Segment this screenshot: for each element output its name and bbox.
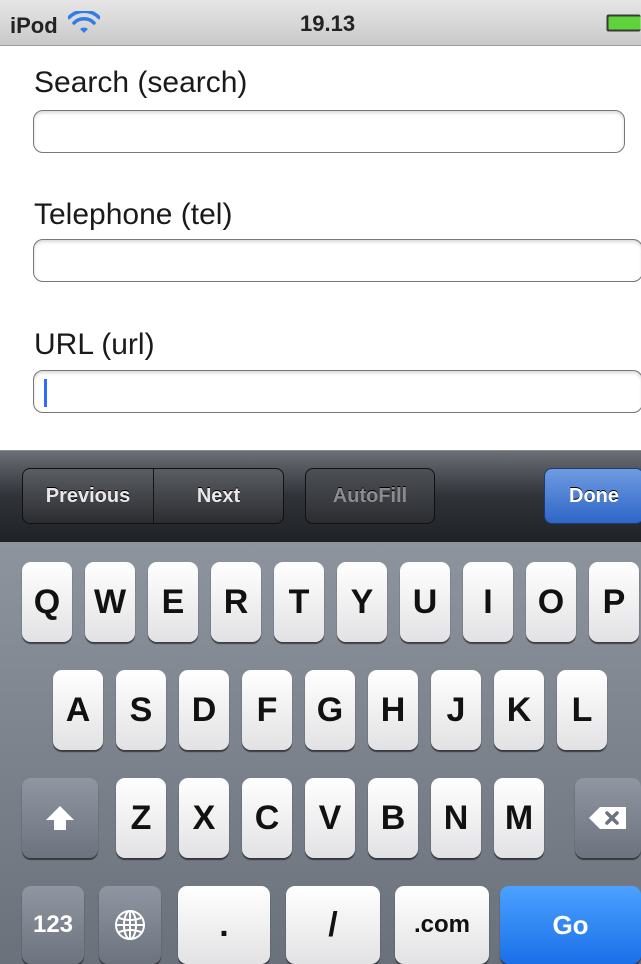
device-name: iPod	[10, 12, 58, 38]
status-time: 19.13	[300, 11, 356, 36]
url-input[interactable]	[33, 370, 641, 413]
key-n[interactable]: N	[431, 778, 481, 858]
key-g[interactable]: G	[305, 670, 355, 750]
key-b[interactable]: B	[368, 778, 418, 858]
key-r[interactable]: R	[211, 562, 261, 642]
key-h[interactable]: H	[368, 670, 418, 750]
keyboard: Q W E R T Y U I O P A S D F G H J K L Z …	[0, 542, 641, 964]
search-label: Search (search)	[34, 66, 248, 99]
key-o[interactable]: O	[526, 562, 576, 642]
shift-key[interactable]	[22, 778, 98, 858]
status-bar: iPod 19.13	[0, 0, 641, 46]
key-c[interactable]: C	[242, 778, 292, 858]
url-label: URL (url)	[34, 328, 155, 361]
dotcom-key[interactable]: .com	[395, 886, 489, 964]
key-d[interactable]: D	[179, 670, 229, 750]
key-f[interactable]: F	[242, 670, 292, 750]
next-button[interactable]: Next	[154, 469, 283, 523]
backspace-icon	[588, 805, 628, 831]
key-t[interactable]: T	[274, 562, 324, 642]
form-assistant-toolbar: Previous Next AutoFill Done	[0, 450, 641, 542]
key-s[interactable]: S	[116, 670, 166, 750]
status-left: iPod	[10, 9, 101, 40]
web-form: Search (search) Telephone (tel) URL (url…	[0, 46, 641, 450]
key-v[interactable]: V	[305, 778, 355, 858]
key-e[interactable]: E	[148, 562, 198, 642]
globe-icon	[113, 908, 147, 942]
period-key[interactable]: .	[178, 886, 270, 964]
numbers-key[interactable]: 123	[22, 886, 84, 964]
done-button[interactable]: Done	[544, 468, 641, 524]
key-q[interactable]: Q	[22, 562, 72, 642]
text-caret	[44, 379, 47, 407]
key-j[interactable]: J	[431, 670, 481, 750]
key-z[interactable]: Z	[116, 778, 166, 858]
key-y[interactable]: Y	[337, 562, 387, 642]
wifi-icon	[58, 9, 101, 40]
telephone-input[interactable]	[33, 239, 641, 282]
search-input[interactable]	[33, 110, 625, 153]
prev-next-segment: Previous Next	[22, 468, 284, 524]
key-a[interactable]: A	[53, 670, 103, 750]
backspace-key[interactable]	[575, 778, 641, 858]
key-m[interactable]: M	[494, 778, 544, 858]
go-key[interactable]: Go	[500, 886, 641, 964]
key-p[interactable]: P	[589, 562, 639, 642]
autofill-button[interactable]: AutoFill	[305, 468, 435, 524]
previous-button[interactable]: Previous	[23, 469, 154, 523]
key-u[interactable]: U	[400, 562, 450, 642]
telephone-label: Telephone (tel)	[34, 198, 233, 231]
key-i[interactable]: I	[463, 562, 513, 642]
shift-icon	[44, 803, 76, 833]
globe-key[interactable]	[99, 886, 161, 964]
key-l[interactable]: L	[557, 670, 607, 750]
key-k[interactable]: K	[494, 670, 544, 750]
key-x[interactable]: X	[179, 778, 229, 858]
slash-key[interactable]: /	[286, 886, 380, 964]
key-w[interactable]: W	[85, 562, 135, 642]
